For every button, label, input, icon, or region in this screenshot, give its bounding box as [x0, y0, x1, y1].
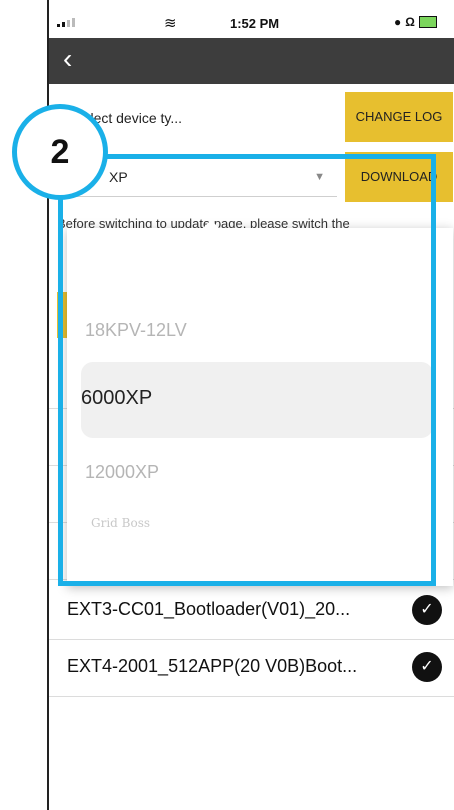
alarm-icon: ●	[394, 15, 402, 29]
annotation-highlight-box	[58, 154, 436, 586]
back-icon[interactable]: ‹	[63, 44, 72, 74]
list-item[interactable]: EXT4-2001_512APP(20 V0B)Boot... ✓	[49, 640, 454, 697]
status-time: 1:52 PM	[230, 16, 280, 31]
headphone-icon: Ω	[405, 15, 415, 29]
change-log-button[interactable]: CHANGE LOG	[345, 92, 453, 142]
list-item-label: EXT4-2001_512APP(20 V0B)Boot...	[67, 656, 358, 676]
status-right: ● Ω	[394, 15, 437, 29]
signal-icon	[57, 18, 75, 27]
checkmark-icon[interactable]: ✓	[412, 652, 442, 682]
list-item-label: EXT3-CC01_Bootloader(V01)_20...	[67, 599, 351, 619]
annotation-step-badge: 2	[12, 104, 108, 200]
wifi-icon: ≋	[164, 15, 177, 32]
list-item[interactable]: EXT3-CC01_Bootloader(V01)_20... ✓	[49, 583, 454, 640]
battery-icon	[418, 16, 437, 28]
checkmark-icon[interactable]: ✓	[412, 595, 442, 625]
nav-bar: ‹	[49, 38, 454, 84]
status-bar: ≋ 1:52 PM ● Ω	[49, 12, 454, 36]
